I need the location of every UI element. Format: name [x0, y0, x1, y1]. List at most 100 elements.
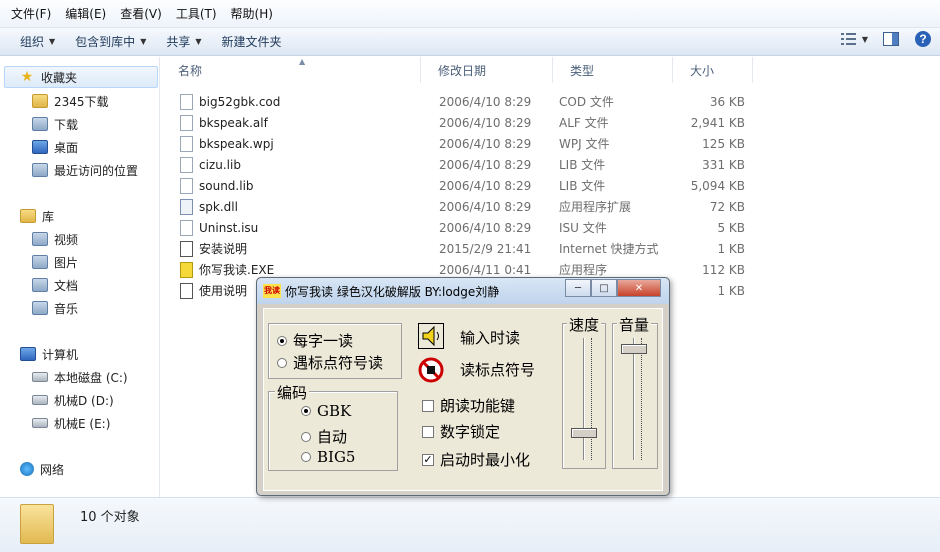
file-date: 2015/2/9 21:41: [439, 241, 532, 256]
file-row[interactable]: 安装说明 2015/2/9 21:41 Internet 快捷方式 1 KB: [161, 238, 761, 259]
file-row[interactable]: Uninst.isu 2006/4/10 8:29 ISU 文件 5 KB: [161, 217, 761, 238]
file-row[interactable]: sound.lib 2006/4/10 8:29 LIB 文件 5,094 KB: [161, 175, 761, 196]
file-icon: [180, 157, 193, 173]
chevron-down-icon[interactable]: ▼: [862, 35, 868, 44]
svg-text:?: ?: [919, 32, 926, 46]
encoding-option-auto[interactable]: 自动: [301, 426, 347, 447]
sidebar-item-label: 最近访问的位置: [54, 163, 139, 178]
menu-view[interactable]: 查看(V): [113, 0, 169, 28]
file-row[interactable]: big52gbk.cod 2006/4/10 8:29 COD 文件 36 KB: [161, 91, 761, 112]
include-in-library-label: 包含到库中: [75, 34, 136, 49]
file-type: ALF 文件: [559, 116, 609, 130]
speed-track[interactable]: [583, 338, 585, 460]
library-icon: [20, 209, 36, 223]
file-name: bkspeak.wpj: [199, 136, 274, 151]
column-header-date[interactable]: 修改日期: [421, 57, 553, 83]
file-date: 2006/4/10 8:29: [439, 220, 532, 235]
sidebar-item-drive-d[interactable]: 机械D (D:): [32, 389, 114, 411]
include-in-library-button[interactable]: 包含到库中 ▼: [65, 29, 156, 55]
dialog-title: 你写我读 绿色汉化破解版 BY:lodge刘静: [285, 284, 500, 299]
menu-bar: 文件(F) 编辑(E) 查看(V) 工具(T) 帮助(H): [0, 0, 940, 28]
file-size: 72 KB: [709, 199, 745, 214]
file-name: sound.lib: [199, 178, 254, 193]
encoding-option-big5[interactable]: BIG5: [301, 448, 355, 466]
mode-option-each-char[interactable]: 每字一读: [277, 330, 353, 351]
computer-icon: [20, 347, 36, 361]
file-size: 36 KB: [709, 94, 745, 109]
share-button[interactable]: 共享 ▼: [156, 29, 211, 55]
sidebar-item-drive-e[interactable]: 机械E (E:): [32, 412, 110, 434]
file-size: 1 KB: [717, 241, 745, 256]
app-dialog: 我读 你写我读 绿色汉化破解版 BY:lodge刘静 ─ □ ✕ 每字一读 遇标…: [256, 277, 670, 496]
minimize-button[interactable]: ─: [565, 279, 591, 297]
file-icon: [180, 178, 193, 194]
sidebar-item-label: 音乐: [54, 301, 79, 316]
sidebar-item-label: 库: [42, 209, 55, 224]
encoding-title: 编码: [275, 382, 310, 403]
checkbox-icon: [422, 425, 434, 438]
file-row[interactable]: spk.dll 2006/4/10 8:29 应用程序扩展 72 KB: [161, 196, 761, 217]
file-name: cizu.lib: [199, 157, 241, 172]
maximize-button[interactable]: □: [591, 279, 617, 297]
file-row[interactable]: bkspeak.alf 2006/4/10 8:29 ALF 文件 2,941 KB: [161, 112, 761, 133]
new-folder-label: 新建文件夹: [221, 34, 282, 49]
sidebar-item-computer[interactable]: 计算机: [20, 343, 78, 365]
column-header-size[interactable]: 大小: [673, 57, 753, 83]
sidebar-item-network[interactable]: 网络: [20, 458, 64, 480]
mode-option-on-punct[interactable]: 遇标点符号读: [277, 352, 383, 373]
file-name: 安装说明: [199, 242, 248, 256]
menu-tools[interactable]: 工具(T): [169, 0, 224, 28]
minimize-icon: ─: [574, 282, 582, 294]
file-icon: [180, 94, 193, 110]
checkbox-function-keys[interactable]: 朗读功能键: [422, 395, 515, 416]
checkbox-icon: [422, 399, 434, 412]
file-date: 2006/4/10 8:29: [439, 178, 532, 193]
preview-pane-icon[interactable]: [882, 30, 900, 48]
sidebar-item-drive-c[interactable]: 本地磁盘 (C:): [32, 366, 128, 388]
sidebar-item-libraries[interactable]: 库: [20, 205, 54, 227]
sidebar-item-downloads[interactable]: 下载: [32, 113, 78, 135]
star-icon: ★: [20, 69, 34, 85]
file-row[interactable]: bkspeak.wpj 2006/4/10 8:29 WPJ 文件 125 KB: [161, 133, 761, 154]
sidebar-item-music[interactable]: 音乐: [32, 297, 78, 319]
sidebar-item-pictures[interactable]: 图片: [32, 251, 78, 273]
help-icon[interactable]: ?: [914, 30, 932, 48]
sidebar-item-label: 收藏夹: [41, 70, 78, 85]
maximize-icon: □: [599, 282, 609, 294]
menu-edit[interactable]: 编辑(E): [58, 0, 113, 28]
file-row[interactable]: cizu.lib 2006/4/10 8:29 LIB 文件 331 KB: [161, 154, 761, 175]
organize-button[interactable]: 组织 ▼: [10, 29, 65, 55]
speed-slider-thumb[interactable]: [571, 427, 597, 438]
read-on-input-label: 输入时读: [460, 329, 521, 347]
option-label: 遇标点符号读: [293, 354, 384, 372]
read-mode-group: 每字一读 遇标点符号读: [268, 323, 402, 379]
checkbox-start-minimized[interactable]: ✓ 启动时最小化: [422, 449, 530, 470]
column-header-label: 名称: [178, 63, 203, 78]
sidebar-item-favorites[interactable]: ★ 收藏夹: [4, 66, 158, 88]
close-button[interactable]: ✕: [617, 279, 661, 297]
file-size: 125 KB: [702, 136, 745, 151]
column-header-name[interactable]: 名称: [161, 57, 421, 83]
encoding-option-gbk[interactable]: GBK: [301, 402, 351, 420]
no-punctuation-icon[interactable]: [418, 357, 444, 383]
new-folder-button[interactable]: 新建文件夹: [212, 29, 292, 55]
sidebar-item-recent-places[interactable]: 最近访问的位置: [32, 159, 138, 181]
dialog-titlebar[interactable]: 我读 你写我读 绿色汉化破解版 BY:lodge刘静 ─ □ ✕: [257, 278, 669, 304]
menu-help[interactable]: 帮助(H): [224, 0, 280, 28]
view-options-icon[interactable]: [840, 30, 858, 48]
speaker-icon[interactable]: [418, 323, 444, 349]
file-size: 112 KB: [702, 262, 745, 277]
menu-file[interactable]: 文件(F): [4, 0, 58, 28]
read-punct-label: 读标点符号: [460, 361, 536, 379]
sidebar-item-videos[interactable]: 视频: [32, 228, 78, 250]
speed-ticks: [591, 338, 595, 460]
volume-slider-thumb[interactable]: [621, 343, 647, 354]
column-header-type[interactable]: 类型: [553, 57, 673, 83]
sidebar-item-documents[interactable]: 文档: [32, 274, 78, 296]
sidebar-item-desktop[interactable]: 桌面: [32, 136, 78, 158]
sidebar-item-2345-download[interactable]: 2345下载: [32, 90, 109, 112]
file-type: ISU 文件: [559, 221, 607, 235]
chevron-down-icon: ▼: [140, 36, 147, 46]
volume-track[interactable]: [633, 338, 635, 460]
checkbox-numlock[interactable]: 数字锁定: [422, 421, 500, 442]
